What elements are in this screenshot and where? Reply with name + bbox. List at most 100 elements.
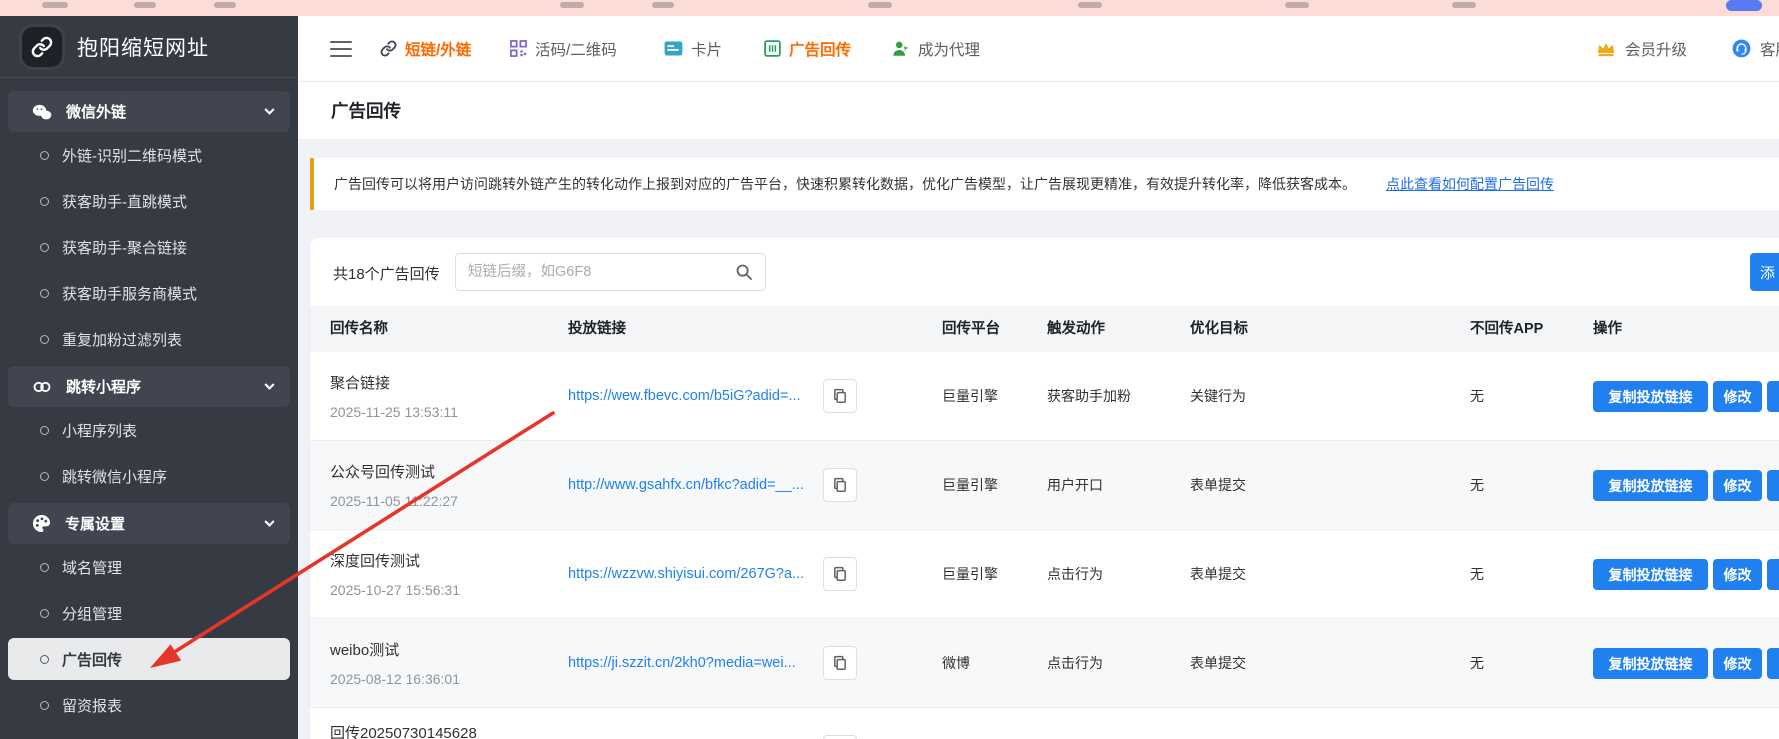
search-input[interactable] (455, 253, 723, 291)
copy-delivery-link-button[interactable]: 复制投放链接 (1593, 559, 1708, 590)
bullet-icon (40, 609, 49, 618)
sidebar-item-label: 留资报表 (62, 695, 122, 716)
copy-delivery-link-button[interactable]: 复制投放链接 (1593, 648, 1708, 679)
sidebar-item-huoke-service-provider[interactable]: 获客助手服务商模式 (0, 270, 298, 316)
goal-cell: 表单提交 (1190, 530, 1246, 618)
copy-link-icon-button[interactable] (823, 379, 857, 413)
sidebar-item-label: 分组管理 (62, 603, 122, 624)
sidebar-item-lead-report[interactable]: 留资报表 (0, 682, 298, 728)
copy-link-icon-button[interactable] (823, 735, 857, 739)
goal-cell: 表单提交 (1190, 441, 1246, 529)
no-app-cell: 无 (1470, 441, 1484, 529)
strip-mark (134, 2, 156, 8)
ad-link[interactable]: https://ji.szzit.cn/2kh0?media=wei... (568, 655, 796, 671)
create-time: 2025-08-12 16:36:01 (330, 671, 460, 687)
miniprogram-icon (32, 379, 52, 395)
sidebar-item-domain-management[interactable]: 域名管理 (0, 544, 298, 590)
ad-link[interactable]: http://www.gsahfx.cn/bfkc?adid=__... (568, 477, 804, 493)
table-row: weibo测试 2025-08-12 16:36:01 https://ji.s… (310, 619, 1779, 708)
browser-strip (0, 0, 1779, 16)
customer-service-label: 客服 (1760, 38, 1779, 60)
delete-button[interactable]: 删 (1767, 559, 1779, 590)
copy-icon (832, 566, 848, 582)
sidebar-group-label: 专属设置 (65, 513, 125, 534)
sidebar-group-wechat-external-link[interactable]: 微信外链 (8, 91, 290, 132)
nav-item-ad-callback[interactable]: 广告回传 (764, 16, 851, 81)
card-icon (664, 41, 683, 56)
edit-button[interactable]: 修改 (1713, 559, 1762, 590)
copy-link-icon-button[interactable] (823, 468, 857, 502)
platform-cell: 巨量引擎 (942, 530, 998, 618)
nav-item-shortlink[interactable]: 短链/外链 (380, 16, 471, 81)
platform-cell: 微博 (942, 619, 970, 707)
sidebar-group-exclusive-settings[interactable]: 专属设置 (8, 503, 290, 544)
edit-button[interactable]: 修改 (1713, 648, 1762, 679)
sidebar-item-group-management[interactable]: 分组管理 (0, 590, 298, 636)
trigger-cell: 点击行为 (1047, 619, 1103, 707)
callback-name: 深度回传测试 (330, 550, 460, 571)
customer-service[interactable]: 客服 (1732, 16, 1779, 81)
nav-item-label: 活码/二维码 (535, 38, 617, 60)
sidebar-item-ad-callback[interactable]: 广告回传 (8, 638, 290, 680)
app-logo: 抱阳缩短网址 (0, 16, 298, 78)
strip-mark (214, 2, 236, 8)
chevron-down-icon (263, 517, 276, 530)
search-button[interactable] (722, 253, 766, 291)
table-row: 聚合链接 2025-11-25 13:53:11 https://wew.fbe… (310, 352, 1779, 441)
support-headset-icon (1732, 39, 1751, 58)
create-time: 2025-10-27 15:56:31 (330, 582, 460, 598)
crown-icon (1596, 40, 1616, 57)
copy-link-icon-button[interactable] (823, 646, 857, 680)
sidebar-group-jump-miniprogram[interactable]: 跳转小程序 (8, 366, 290, 407)
strip-mark (1078, 2, 1102, 8)
strip-mark (1452, 2, 1476, 8)
delete-button[interactable]: 删 (1767, 648, 1779, 679)
edit-button[interactable]: 修改 (1713, 381, 1762, 412)
hamburger-menu-icon[interactable] (330, 39, 352, 59)
sidebar-item-wailian-qrcode-mode[interactable]: 外链-识别二维码模式 (0, 132, 298, 178)
page-title-bar: 广告回传 (298, 82, 1779, 139)
member-upgrade-label: 会员升级 (1625, 38, 1687, 60)
sidebar-item-label: 外链-识别二维码模式 (62, 145, 202, 166)
column-header: 回传平台 (942, 306, 1000, 352)
ad-link[interactable]: https://wew.fbevc.com/b5iG?adid=... (568, 388, 801, 404)
copy-delivery-link-button[interactable]: 复制投放链接 (1593, 381, 1708, 412)
sidebar-item-jump-wechat-miniprogram[interactable]: 跳转微信小程序 (0, 453, 298, 499)
column-header: 不回传APP (1470, 306, 1543, 352)
sidebar-item-label: 重复加粉过滤列表 (62, 329, 182, 350)
delete-button[interactable]: 删 (1767, 470, 1779, 501)
table-row: 深度回传测试 2025-10-27 15:56:31 https://wzzvw… (310, 530, 1779, 619)
sidebar-group-label: 跳转小程序 (66, 376, 141, 397)
member-upgrade[interactable]: 会员升级 (1596, 16, 1687, 81)
sidebar-item-huoke-direct-jump[interactable]: 获客助手-直跳模式 (0, 178, 298, 224)
top-navigation: 短链/外链 活码/二维码 卡片 广告回传 (298, 16, 1779, 82)
app-title: 抱阳缩短网址 (77, 32, 209, 62)
nav-item-agent[interactable]: 成为代理 (892, 16, 980, 81)
trigger-cell: 用户开口 (1047, 441, 1103, 529)
chevron-down-icon (263, 380, 276, 393)
nav-item-qrcode[interactable]: 活码/二维码 (510, 16, 617, 81)
callback-name: 聚合链接 (330, 372, 458, 393)
bullet-icon (40, 426, 49, 435)
bullet-icon (40, 563, 49, 572)
sidebar-item-label: 域名管理 (62, 557, 122, 578)
sidebar-item-repeat-fan-filter[interactable]: 重复加粉过滤列表 (0, 316, 298, 362)
add-callback-button[interactable]: 添 (1750, 253, 1779, 291)
sidebar: 抱阳缩短网址 微信外链 外链-识别二维码模式 获客助手-直跳模式 获客助手-聚合… (0, 16, 298, 739)
strip-mark (560, 2, 584, 8)
notice-config-link[interactable]: 点此查看如何配置广告回传 (1386, 174, 1554, 194)
copy-delivery-link-button[interactable]: 复制投放链接 (1593, 470, 1708, 501)
strip-mark (652, 2, 674, 8)
sidebar-item-label: 获客助手服务商模式 (62, 283, 197, 304)
delete-button[interactable]: 删 (1767, 381, 1779, 412)
column-header: 优化目标 (1190, 306, 1248, 352)
goal-cell: 关键行为 (1190, 352, 1246, 440)
sidebar-item-miniprogram-list[interactable]: 小程序列表 (0, 407, 298, 453)
nav-item-card[interactable]: 卡片 (664, 16, 722, 81)
copy-link-icon-button[interactable] (823, 557, 857, 591)
ad-link[interactable]: https://wzzvw.shiyisui.com/267G?a... (568, 566, 804, 582)
callback-name: 公众号回传测试 (330, 461, 458, 482)
notice-banner: 广告回传可以将用户访问跳转外链产生的转化动作上报到对应的广告平台，快速积累转化数… (310, 158, 1779, 210)
edit-button[interactable]: 修改 (1713, 470, 1762, 501)
sidebar-item-huoke-aggregate-link[interactable]: 获客助手-聚合链接 (0, 224, 298, 270)
